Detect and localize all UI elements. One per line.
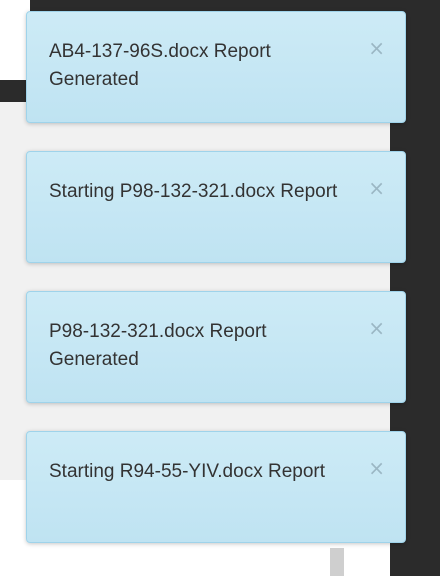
close-icon[interactable]: × — [368, 318, 385, 338]
toast-notification[interactable]: P98-132-321.docx Report Generated × — [26, 291, 406, 403]
toast-message: Starting R94-55-YIV.docx Report — [49, 461, 326, 482]
close-icon[interactable]: × — [368, 458, 385, 478]
toast-notification-stack: AB4-137-96S.docx Report Generated × Star… — [26, 11, 406, 571]
toast-notification[interactable]: Starting R94-55-YIV.docx Report × — [26, 431, 406, 543]
close-icon[interactable]: × — [368, 178, 385, 198]
toast-message: Starting P98-132-321.docx Report — [49, 181, 338, 202]
toast-message: P98-132-321.docx Report Generated — [49, 321, 267, 370]
toast-message: AB4-137-96S.docx Report Generated — [49, 41, 271, 90]
toast-notification[interactable]: Starting P98-132-321.docx Report × — [26, 151, 406, 263]
close-icon[interactable]: × — [368, 38, 385, 58]
toast-notification[interactable]: AB4-137-96S.docx Report Generated × — [26, 11, 406, 123]
